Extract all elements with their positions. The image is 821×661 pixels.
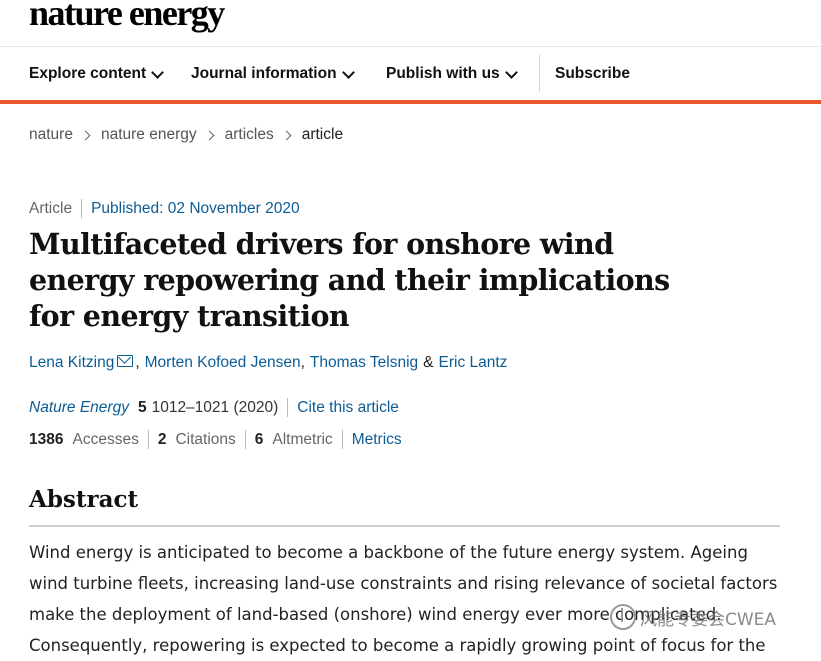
- journal-name[interactable]: Nature Energy: [29, 399, 129, 417]
- breadcrumb-item-nature[interactable]: nature: [29, 126, 73, 144]
- chevron-right-icon: [204, 130, 215, 140]
- nav-label: Journal information: [191, 65, 337, 82]
- chevron-down-icon: [151, 65, 165, 79]
- author-link[interactable]: Morten Kofoed Jensen: [145, 354, 301, 372]
- chevron-right-icon: [80, 130, 91, 140]
- author-separator: ,: [135, 354, 140, 371]
- breadcrumb-item-current: article: [301, 126, 344, 143]
- citations-count: 2: [157, 430, 167, 448]
- published-date[interactable]: Published: 02 November 2020: [91, 200, 300, 218]
- site-header: nature energy: [0, 0, 821, 47]
- author-link[interactable]: Eric Lantz: [439, 354, 508, 372]
- chevron-right-icon: [281, 130, 292, 140]
- article-title: Multifaceted drivers for onshore wind en…: [29, 227, 670, 333]
- nav-publish-with-us[interactable]: Publish with us: [386, 65, 518, 83]
- article-meta: Article Published: 02 November 2020: [29, 199, 300, 218]
- watermark: 风能专委会CWEA: [610, 604, 776, 630]
- wechat-logo-icon: [610, 604, 636, 630]
- metrics-line: 1386 Accesses 2 Citations 6 Altmetric Me…: [29, 430, 402, 449]
- watermark-text: 风能专委会CWEA: [640, 609, 777, 630]
- author-list: Lena Kitzing , Morten Kofoed Jensen , Th…: [29, 354, 507, 372]
- nav-journal-information[interactable]: Journal information: [191, 65, 355, 83]
- altmetric-count: 6: [254, 430, 264, 448]
- metrics-link[interactable]: Metrics: [352, 431, 402, 449]
- accesses-label: Accesses: [72, 430, 139, 448]
- chevron-down-icon: [504, 65, 518, 79]
- breadcrumb-item-nature-energy[interactable]: nature energy: [101, 126, 197, 144]
- site-logo[interactable]: nature energy: [29, 0, 225, 34]
- nav-divider: [539, 55, 540, 92]
- cite-article-link[interactable]: Cite this article: [297, 399, 399, 417]
- mail-icon[interactable]: [117, 355, 134, 367]
- citation-line: Nature Energy 5 1012–1021 (2020) Cite th…: [29, 398, 399, 417]
- citations-label: Citations: [175, 430, 236, 448]
- breadcrumb-item-articles[interactable]: articles: [225, 126, 274, 144]
- author-separator: &: [423, 354, 434, 371]
- nav-label: Publish with us: [386, 65, 500, 82]
- chevron-down-icon: [341, 65, 355, 79]
- breadcrumb: nature nature energy articles article: [29, 126, 343, 144]
- divider: [287, 398, 289, 417]
- divider: [147, 430, 149, 449]
- main-nav: Explore content Journal information Publ…: [0, 47, 821, 104]
- abstract-heading: Abstract: [29, 486, 139, 513]
- section-divider: [29, 525, 780, 527]
- accesses-count: 1386: [29, 430, 64, 448]
- pages-year: 1012–1021 (2020): [151, 398, 279, 416]
- author-link[interactable]: Thomas Telsnig: [310, 354, 418, 372]
- author-separator: ,: [300, 354, 305, 371]
- abstract-text: Wind energy is anticipated to become a b…: [29, 543, 778, 655]
- nav-explore-content[interactable]: Explore content: [29, 65, 165, 83]
- divider: [341, 430, 343, 449]
- altmetric-label: Altmetric: [272, 430, 333, 448]
- article-type: Article: [29, 199, 73, 217]
- volume-number: 5: [137, 398, 147, 416]
- divider: [81, 199, 83, 218]
- subscribe-link[interactable]: Subscribe: [555, 65, 630, 83]
- author-link[interactable]: Lena Kitzing: [29, 354, 114, 372]
- nav-label: Explore content: [29, 65, 147, 82]
- divider: [244, 430, 246, 449]
